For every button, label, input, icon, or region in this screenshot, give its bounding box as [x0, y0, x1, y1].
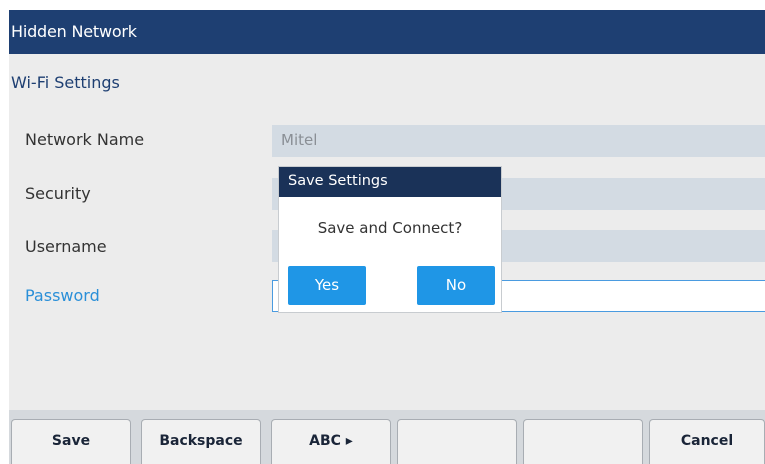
title-bar: Hidden Network [9, 10, 765, 54]
cancel-softkey[interactable]: Cancel [649, 419, 765, 464]
abc-softkey[interactable]: ABC ▸ [271, 419, 391, 464]
section-title: Wi-Fi Settings [11, 73, 120, 92]
network-name-label: Network Name [25, 130, 145, 149]
network-name-field[interactable]: Mitel [272, 125, 765, 157]
username-label: Username [25, 237, 107, 256]
network-name-value: Mitel [281, 131, 318, 149]
dialog-message: Save and Connect? [317, 219, 463, 237]
softkey-bar: Save Backspace ABC ▸ Cancel [9, 410, 765, 464]
yes-button[interactable]: Yes [288, 266, 366, 305]
security-label: Security [25, 184, 91, 203]
softkey-empty-1[interactable] [397, 419, 517, 464]
dialog-title: Save Settings [288, 173, 388, 189]
softkey-empty-2[interactable] [523, 419, 643, 464]
dialog-title-bar: Save Settings [279, 167, 501, 197]
password-label: Password [25, 286, 100, 305]
save-settings-dialog: Save Settings Save and Connect? Yes No [279, 167, 501, 312]
section-header: Wi-Fi Settings [9, 64, 765, 100]
window-title: Hidden Network [11, 22, 137, 41]
backspace-softkey[interactable]: Backspace [141, 419, 261, 464]
save-softkey[interactable]: Save [11, 419, 131, 464]
phone-screen: Hidden Network Wi-Fi Settings Network Na… [9, 10, 765, 464]
no-button[interactable]: No [417, 266, 495, 305]
